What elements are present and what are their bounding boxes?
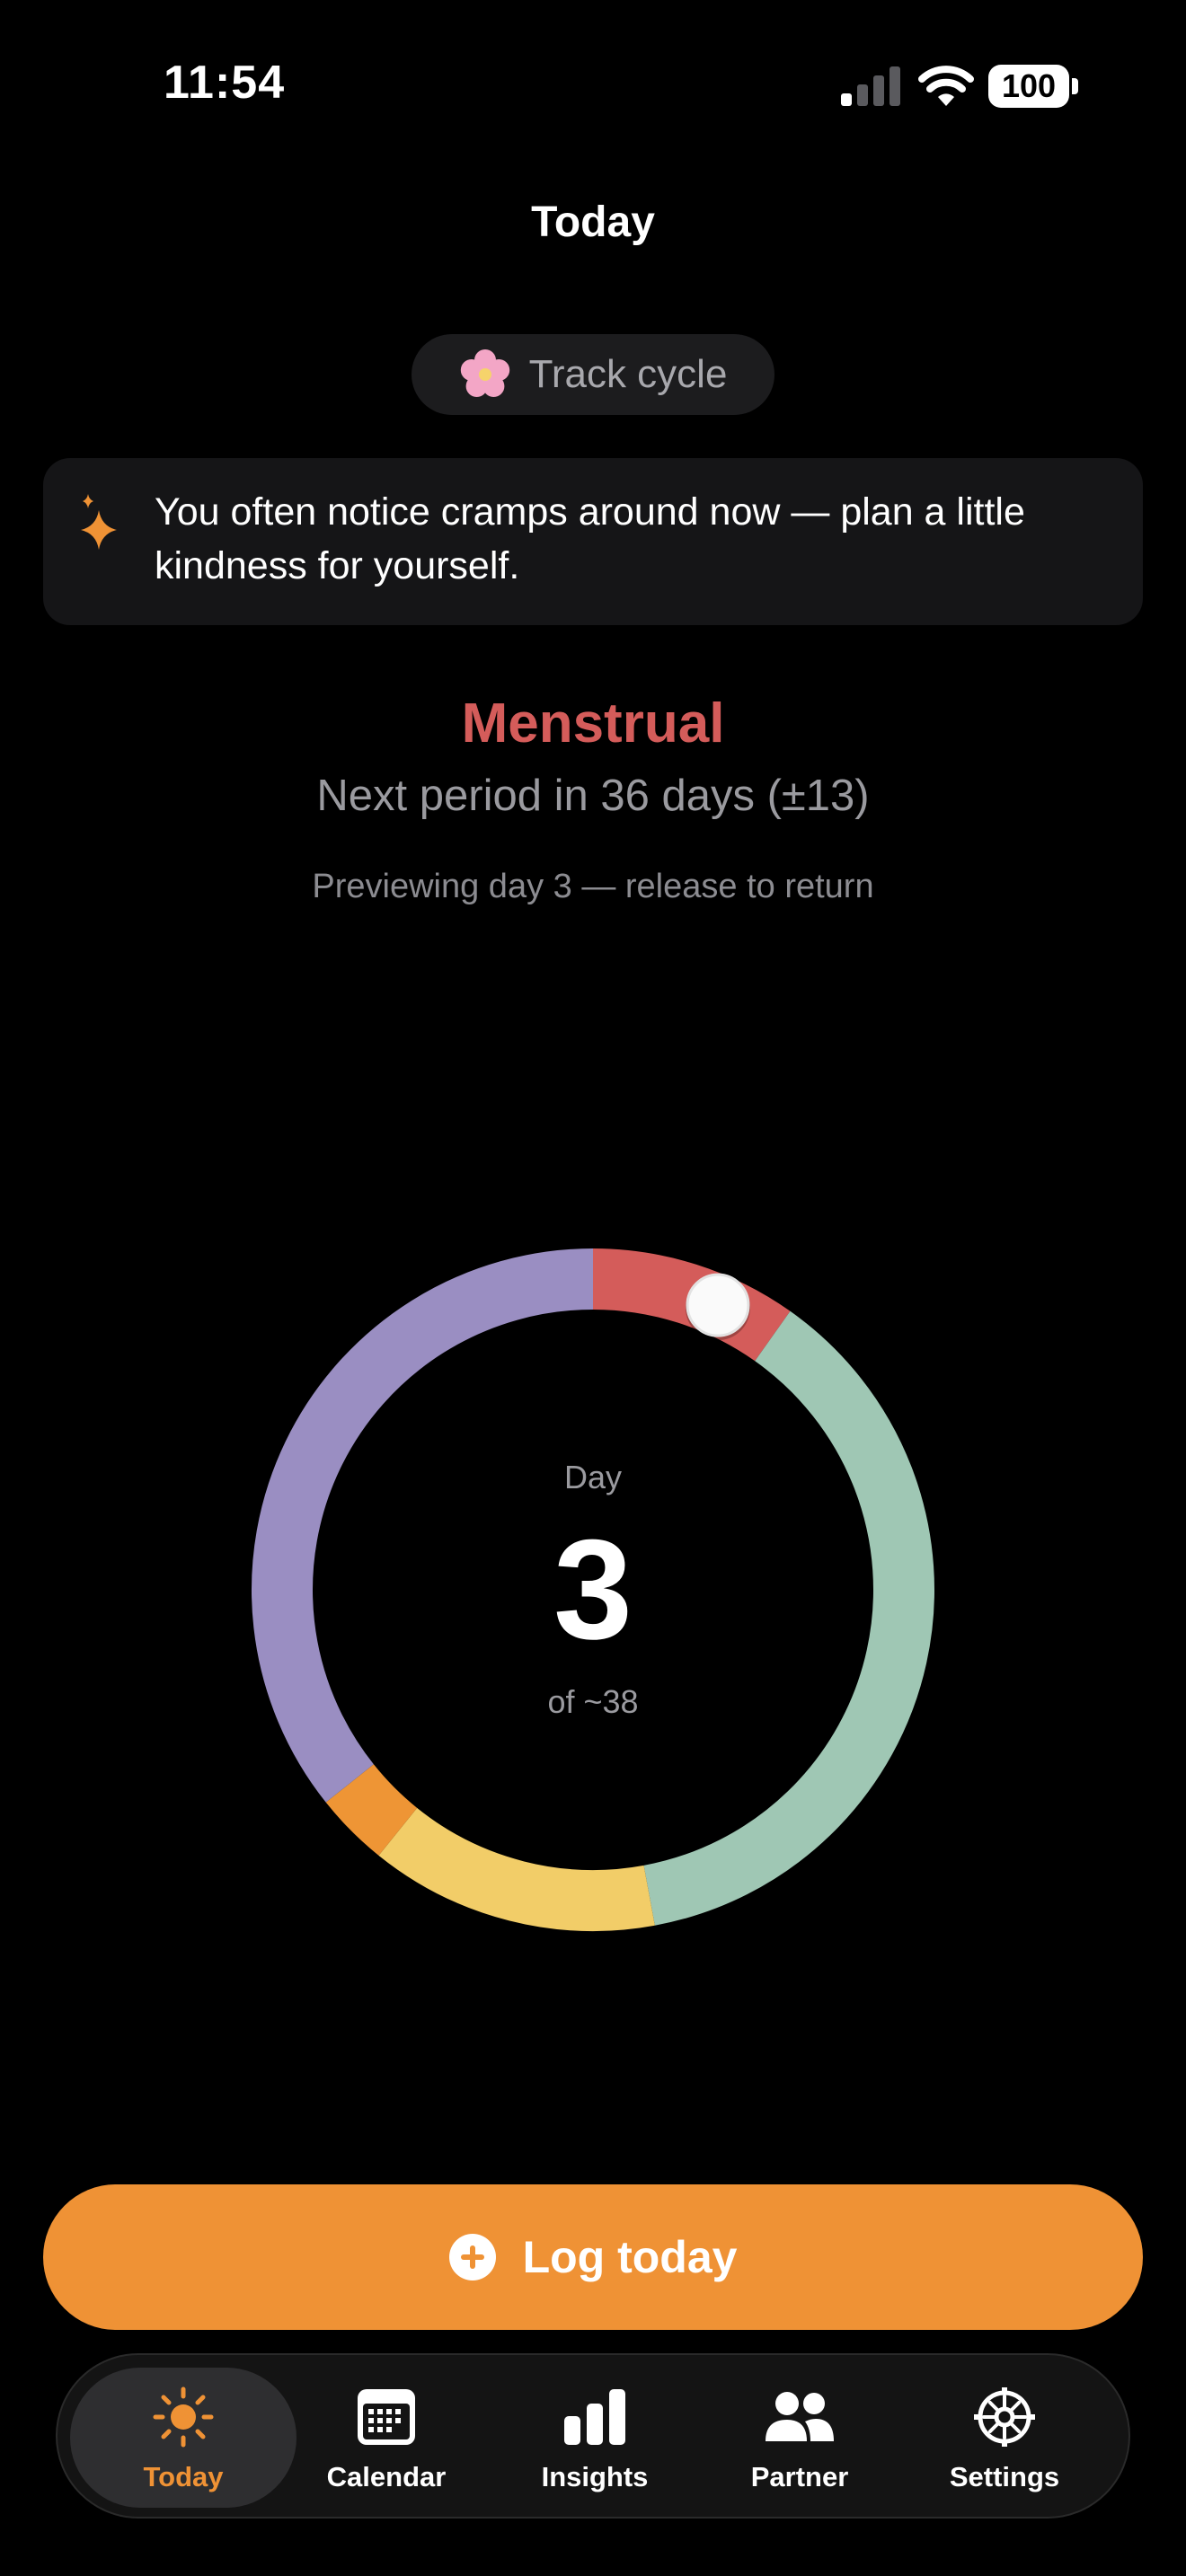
track-cycle-label: Track cycle <box>528 352 728 396</box>
plus-circle-icon <box>448 2234 496 2280</box>
log-today-button[interactable]: Log today <box>43 2184 1143 2330</box>
ring-segment-ovulatory <box>378 1807 655 1931</box>
day-scrubber-handle[interactable] <box>686 1273 750 1337</box>
preview-note: Previewing day 3 — release to return <box>312 868 874 905</box>
day-caption: Day <box>563 1459 623 1495</box>
tab-calendar[interactable]: Calendar <box>273 2368 500 2508</box>
tab-bar: Today Calendar Insights Partner Settings <box>56 2353 1130 2519</box>
cellular-signal-icon <box>841 66 900 106</box>
track-cycle-button[interactable]: Track cycle <box>412 334 774 415</box>
tab-insights[interactable]: Insights <box>482 2368 708 2508</box>
wifi-icon <box>918 66 974 106</box>
insight-text: You often notice cramps around now — pla… <box>155 490 1025 587</box>
next-period-text: Next period in 36 days (±13) <box>316 772 870 820</box>
current-day-number: 3 <box>553 1511 633 1669</box>
bar-chart-icon <box>564 2389 625 2445</box>
battery-level: 100 <box>988 65 1069 108</box>
battery-icon: 100 <box>988 65 1078 108</box>
gear-icon <box>974 2387 1035 2447</box>
tab-label-partner: Partner <box>750 2461 849 2492</box>
page-title: Today <box>531 198 655 246</box>
sparkles-icon <box>81 494 117 550</box>
sun-icon <box>153 2386 214 2448</box>
tab-label-today: Today <box>143 2461 224 2492</box>
cycle-length-text: of ~38 <box>547 1683 639 1720</box>
insight-card: You often notice cramps around now — pla… <box>43 458 1143 625</box>
phase-name: Menstrual <box>461 693 725 754</box>
tab-partner[interactable]: Partner <box>686 2368 913 2508</box>
calendar-icon <box>358 2389 415 2445</box>
people-icon <box>766 2392 834 2441</box>
tab-label-settings: Settings <box>949 2461 1060 2492</box>
tab-settings[interactable]: Settings <box>891 2368 1118 2508</box>
log-today-label: Log today <box>522 2232 738 2282</box>
status-bar: 11:54 100 <box>0 0 1186 171</box>
tab-label-calendar: Calendar <box>326 2461 447 2492</box>
tab-today[interactable]: Today <box>70 2368 296 2508</box>
ring-segment-fertile-peak <box>325 1763 418 1856</box>
tab-label-insights: Insights <box>541 2461 649 2492</box>
status-time: 11:54 <box>164 57 286 109</box>
cherry-blossom-icon <box>460 349 509 397</box>
